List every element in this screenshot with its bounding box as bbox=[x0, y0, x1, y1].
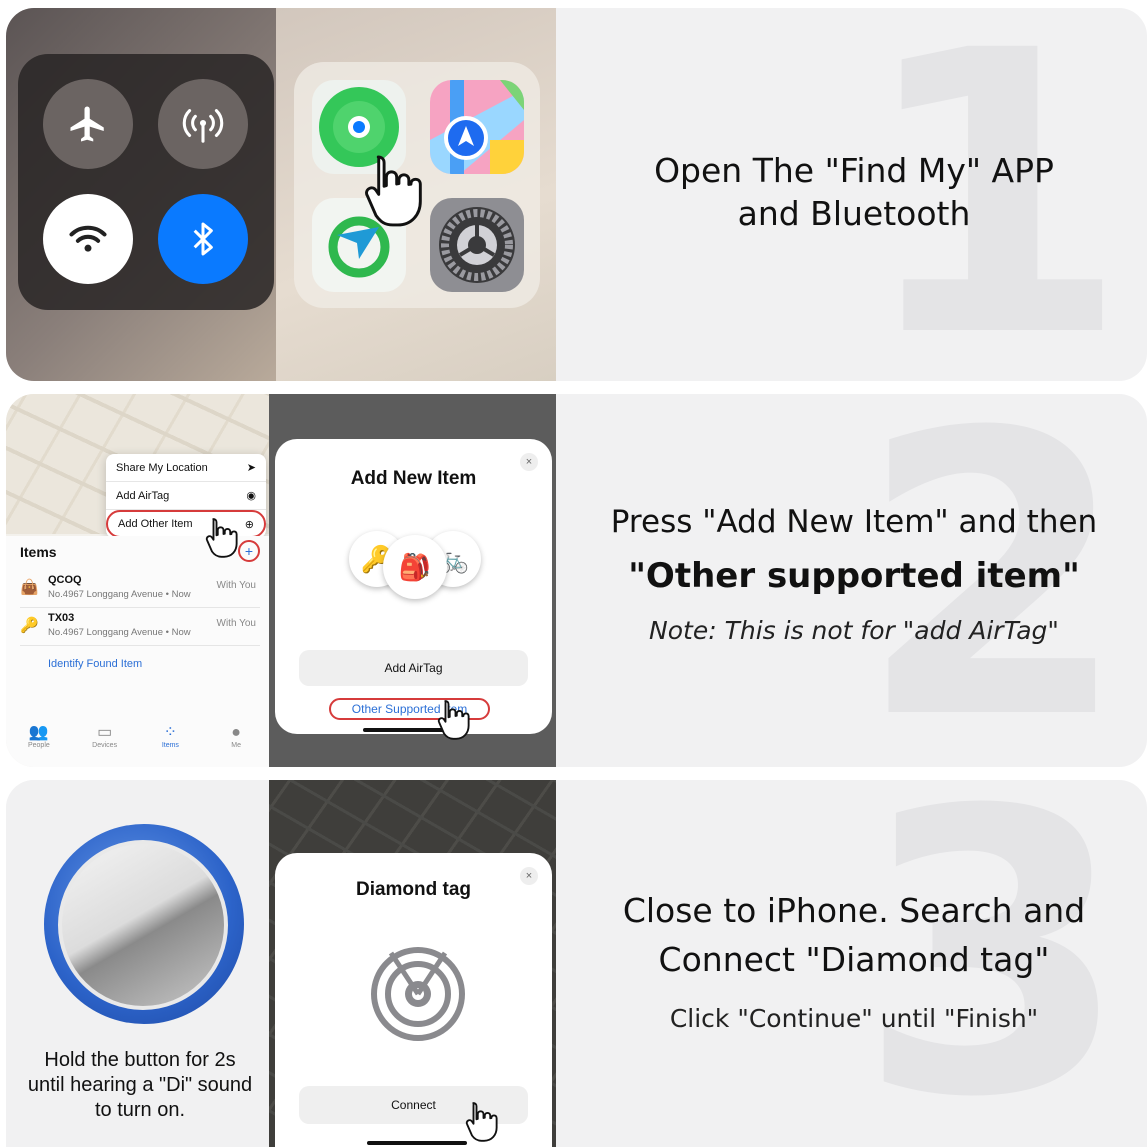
tab-devices-label: Devices bbox=[92, 742, 118, 749]
step2-title-line2: "Other supported item" bbox=[628, 556, 1080, 597]
hold-line3: to turn on. bbox=[94, 1099, 186, 1121]
devices-icon: ▭ bbox=[97, 724, 113, 741]
bluetooth-icon bbox=[193, 222, 213, 256]
items-grid-icon: ⁘ bbox=[163, 724, 178, 741]
step2-title-line1: Press "Add New Item" and then bbox=[610, 504, 1098, 540]
control-center-connectivity bbox=[18, 54, 274, 310]
person-circle-icon: ● bbox=[231, 724, 241, 741]
step3-title-line1: Close to iPhone. Search and bbox=[622, 891, 1086, 930]
wifi-icon bbox=[69, 225, 107, 252]
airtag-icon bbox=[58, 840, 228, 1010]
step3-title-line2: Connect "Diamond tag" bbox=[658, 940, 1050, 979]
menu-other-label: Add Other Item bbox=[118, 518, 193, 530]
menu-airtag-label: Add AirTag bbox=[116, 489, 170, 502]
tab-devices[interactable]: ▭ Devices bbox=[80, 724, 130, 767]
tab-people-label: People bbox=[27, 742, 50, 749]
menu-share-location[interactable]: Share My Location ➤ bbox=[106, 454, 266, 482]
identify-found-item-link[interactable]: Identify Found Item bbox=[48, 658, 142, 670]
airplane-mode-button[interactable] bbox=[43, 79, 133, 169]
list-item[interactable]: 🔑 TX03 No.4967 Longgang Avenue • Now Wit… bbox=[20, 610, 260, 646]
tab-me-label: Me bbox=[231, 742, 241, 749]
sheet-title: Diamond tag bbox=[355, 879, 472, 900]
items-header: Items bbox=[20, 544, 57, 560]
step1-panel: 1 Open The "Find My" APP and Bluetooth bbox=[6, 8, 1147, 381]
home-indicator bbox=[367, 1141, 467, 1145]
menu-share-label: Share My Location bbox=[116, 461, 208, 474]
people-icon: 👥 bbox=[28, 724, 49, 741]
step1-title-line1: Open The "Find My" APP bbox=[654, 151, 1054, 190]
hand-pointer-icon bbox=[462, 1098, 512, 1147]
tab-bar: 👥 People ▭ Devices ⁘ Items ● Me bbox=[6, 724, 269, 767]
location-arrow-icon: ➤ bbox=[246, 462, 256, 474]
step2-note: Note: This is not for "add AirTag" bbox=[649, 616, 1059, 646]
add-new-item-sheet: × Add New Item 🔑 🚲 🎒 Add AirTag Other Su… bbox=[275, 439, 552, 734]
airplane-icon bbox=[70, 106, 104, 142]
tab-items[interactable]: ⁘ Items bbox=[145, 724, 195, 767]
item-status: With You bbox=[216, 618, 256, 629]
item-name: QCOQ bbox=[48, 574, 82, 586]
item-status: With You bbox=[216, 580, 256, 591]
add-airtag-button[interactable]: Add AirTag bbox=[299, 650, 528, 686]
cellular-button[interactable] bbox=[158, 79, 248, 169]
step2-panel: 2 Share My Location ➤ Add AirTag ◉ Add Oth… bbox=[6, 394, 1147, 767]
bluetooth-button[interactable] bbox=[158, 194, 248, 284]
antenna-icon bbox=[182, 109, 224, 143]
hand-pointer-icon bbox=[434, 696, 484, 751]
hand-pointer-icon bbox=[358, 148, 448, 243]
item-location: No.4967 Longgang Avenue • Now bbox=[48, 589, 191, 600]
item-name: TX03 bbox=[48, 612, 75, 624]
menu-add-airtag[interactable]: Add AirTag ◉ bbox=[106, 482, 266, 510]
hold-line1: Hold the button for 2s bbox=[44, 1049, 236, 1071]
hold-line2: until hearing a "Di" sound bbox=[27, 1074, 253, 1096]
item-location: No.4967 Longgang Avenue • Now bbox=[48, 627, 191, 638]
step2-instructions: Press "Add New Item" and then "Other sup… bbox=[561, 502, 1147, 645]
step3-panel: 3 Hold the button for 2s until hearing a… bbox=[6, 780, 1147, 1147]
step1-instructions: Open The "Find My" APP and Bluetooth bbox=[561, 150, 1147, 236]
list-item[interactable]: 👜 QCOQ No.4967 Longgang Avenue • Now Wit… bbox=[20, 572, 260, 608]
step3-note: Click "Continue" until "Finish" bbox=[669, 1004, 1039, 1033]
backpack-icon: 🎒 bbox=[383, 535, 447, 599]
tab-items-label: Items bbox=[161, 742, 179, 749]
tab-me[interactable]: ● Me bbox=[211, 724, 261, 767]
airtag-icon: ◉ bbox=[246, 490, 256, 502]
bag-icon: 👜 bbox=[20, 579, 39, 596]
find-my-screen: Share My Location ➤ Add AirTag ◉ Add Other… bbox=[6, 394, 269, 767]
tab-people[interactable]: 👥 People bbox=[14, 724, 64, 767]
key-icon: 🔑 bbox=[20, 617, 39, 634]
step3-instructions: Close to iPhone. Search and Connect "Dia… bbox=[561, 886, 1147, 1033]
hold-instructions: Hold the button for 2s until hearing a "… bbox=[6, 1048, 274, 1123]
step1-title-line2: and Bluetooth bbox=[737, 193, 971, 233]
radar-icon bbox=[371, 947, 465, 1041]
hand-pointer-icon bbox=[202, 514, 252, 569]
wifi-button[interactable] bbox=[43, 194, 133, 284]
sheet-title: Add New Item bbox=[350, 468, 477, 489]
